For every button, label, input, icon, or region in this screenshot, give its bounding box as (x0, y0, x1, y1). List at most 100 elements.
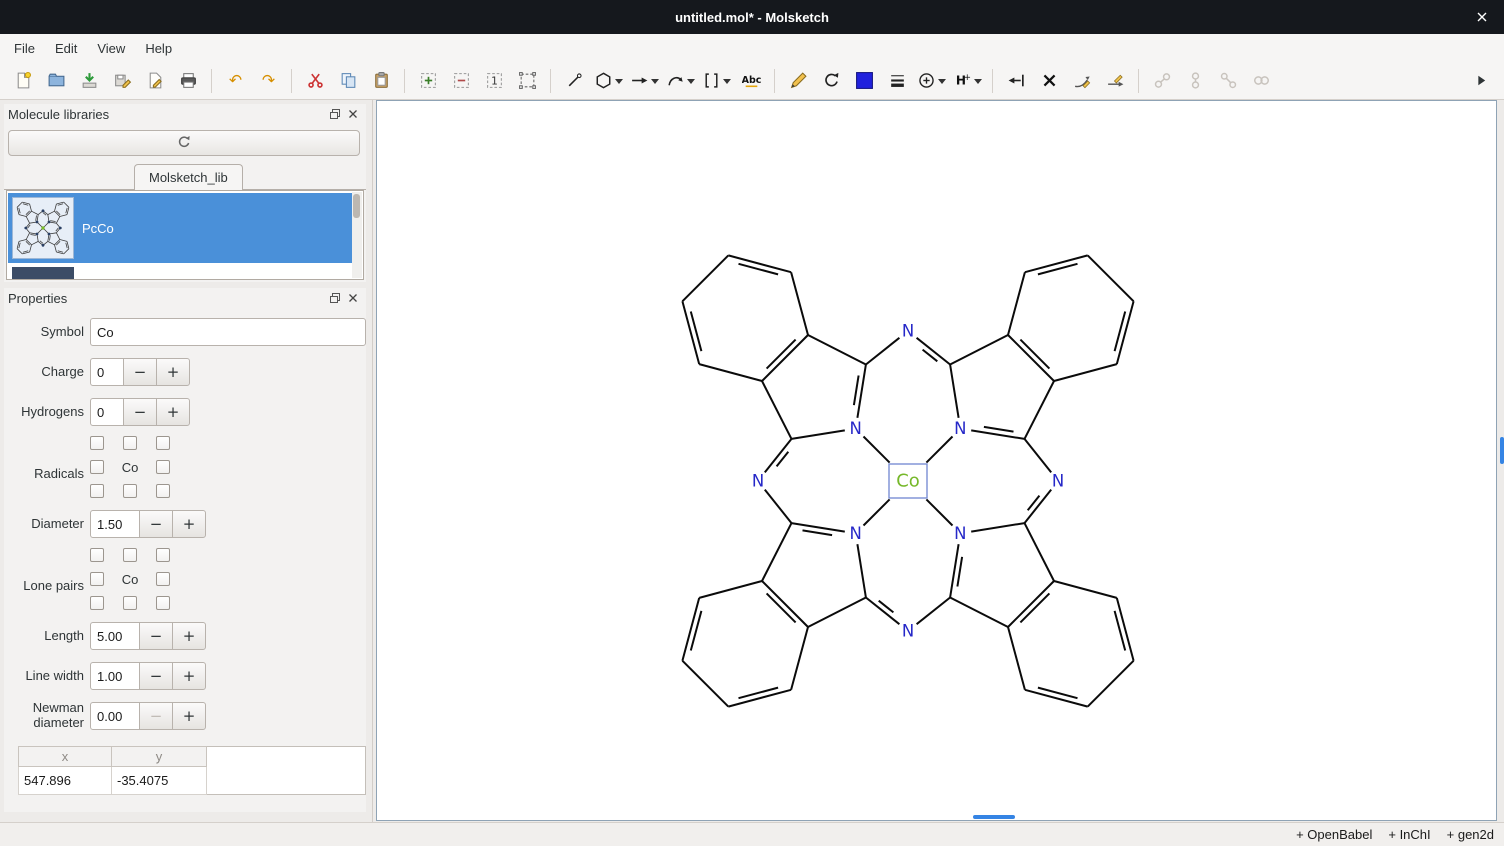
bond[interactable] (857, 544, 866, 597)
bond-double-line[interactable] (1115, 611, 1126, 651)
toolbar-delete-tool[interactable] (1034, 66, 1064, 96)
bond[interactable] (866, 598, 900, 625)
list-item-partial[interactable] (8, 265, 352, 279)
drawing-canvas[interactable]: CoNNNNNNNN (376, 100, 1497, 821)
bond-double-line[interactable] (803, 530, 833, 535)
radical-checkbox[interactable] (156, 484, 170, 498)
radical-checkbox[interactable] (90, 436, 104, 450)
toolbar-add-molecule[interactable] (413, 66, 443, 96)
line-width-increment-button[interactable]: + (172, 662, 206, 690)
length-decrement-button[interactable]: − (139, 622, 173, 650)
bond[interactable] (1088, 255, 1134, 301)
toolbar-cut[interactable] (300, 66, 330, 96)
atom-label-Co[interactable]: Co (896, 471, 920, 492)
dropdown-arrow-icon[interactable] (974, 78, 982, 84)
toolbar-rotate-tool[interactable] (816, 66, 846, 96)
bond[interactable] (792, 523, 845, 532)
bond[interactable] (950, 365, 959, 418)
lone-pair-checkbox[interactable] (90, 548, 104, 562)
toolbar-paste[interactable] (366, 66, 396, 96)
bond[interactable] (1025, 381, 1055, 439)
length-input[interactable] (90, 622, 140, 650)
atom-label-N[interactable]: N (954, 419, 966, 438)
bond-double-line[interactable] (854, 376, 859, 406)
menu-help[interactable]: Help (135, 36, 182, 61)
toolbar-bracket-tool[interactable] (700, 66, 733, 96)
toolbar-save-document[interactable] (74, 66, 104, 96)
bond[interactable] (1008, 335, 1054, 381)
bond[interactable] (866, 338, 900, 365)
bond[interactable] (765, 490, 792, 523)
bond[interactable] (762, 581, 808, 627)
bond[interactable] (917, 598, 951, 625)
bond[interactable] (765, 439, 792, 473)
bond[interactable] (950, 598, 1008, 628)
diameter-increment-button[interactable]: + (172, 510, 206, 538)
lone-pair-checkbox[interactable] (90, 572, 104, 586)
lone-pair-checkbox[interactable] (123, 548, 137, 562)
molecule-svg[interactable]: CoNNNNNNNN (377, 101, 1496, 820)
toolbar-charge-tool[interactable] (915, 66, 948, 96)
radical-checkbox[interactable] (123, 484, 137, 498)
scroll-indicator-vertical[interactable] (1500, 437, 1504, 464)
bond-double-line[interactable] (691, 312, 702, 352)
bond[interactable] (682, 661, 728, 707)
bond-double-line[interactable] (984, 427, 1014, 432)
toolbar-select-molecule[interactable] (512, 66, 542, 96)
bond-double-line[interactable] (739, 264, 779, 275)
atom-label-N[interactable]: N (752, 472, 764, 491)
menu-file[interactable]: File (4, 36, 45, 61)
coord-x-value[interactable]: 547.896 (19, 767, 112, 795)
atom-label-N[interactable]: N (902, 322, 914, 341)
toolbar-new-document[interactable] (8, 66, 38, 96)
radical-checkbox[interactable] (156, 460, 170, 474)
bond-double-line[interactable] (739, 688, 779, 699)
bond-double-line[interactable] (1038, 688, 1078, 699)
status-gen2d[interactable]: + gen2d (1447, 827, 1494, 842)
bond[interactable] (1025, 523, 1055, 581)
toolbar-mechanism-arrow-tool[interactable] (1067, 66, 1097, 96)
toolbar-print-document[interactable] (173, 66, 203, 96)
diameter-decrement-button[interactable]: − (139, 510, 173, 538)
atom-label-N[interactable]: N (850, 419, 862, 438)
library-scrollbar[interactable] (352, 192, 362, 278)
menu-edit[interactable]: Edit (45, 36, 87, 61)
toolbar-redo[interactable]: ↷ (253, 66, 283, 96)
bond-double-line[interactable] (1020, 340, 1049, 369)
bond[interactable] (699, 581, 762, 598)
toolbar-copy[interactable] (333, 66, 363, 96)
bond[interactable] (1054, 581, 1117, 598)
dropdown-arrow-icon[interactable] (723, 78, 731, 84)
close-panel-icon[interactable] (344, 106, 362, 122)
bond[interactable] (857, 365, 866, 418)
float-panel-icon[interactable] (326, 106, 344, 122)
list-item-pcco[interactable]: PcCo (8, 193, 352, 263)
length-increment-button[interactable]: + (172, 622, 206, 650)
toolbar-open-document[interactable] (41, 66, 71, 96)
bond-double-line[interactable] (1115, 312, 1126, 352)
toolbar-hash-wedge-tool[interactable] (783, 66, 813, 96)
charge-input[interactable] (90, 358, 124, 386)
line-width-input[interactable] (90, 662, 140, 690)
charge-increment-button[interactable]: + (156, 358, 190, 386)
bond[interactable] (971, 523, 1024, 532)
bond[interactable] (1008, 627, 1025, 690)
toolbar-curved-arrow-tool[interactable] (664, 66, 697, 96)
bond[interactable] (791, 627, 808, 690)
bond[interactable] (971, 430, 1024, 439)
dropdown-arrow-icon[interactable] (938, 78, 946, 84)
bond-double-line[interactable] (957, 557, 962, 587)
bond-double-line[interactable] (691, 611, 702, 651)
dropdown-arrow-icon[interactable] (687, 78, 695, 84)
newman-increment-button[interactable]: + (172, 702, 206, 730)
toolbar-reaction-arrow-pen-tool[interactable] (1100, 66, 1130, 96)
toolbar-draw-bond-tool[interactable] (559, 66, 589, 96)
toolbar-hydrogen-tool[interactable]: H+ (951, 66, 984, 96)
bond[interactable] (950, 544, 959, 597)
lone-pair-checkbox[interactable] (156, 596, 170, 610)
close-panel-icon[interactable] (344, 290, 362, 306)
toolbar-remove-molecule[interactable] (446, 66, 476, 96)
bond[interactable] (699, 364, 762, 381)
bond[interactable] (808, 335, 866, 365)
bond[interactable] (808, 598, 866, 628)
